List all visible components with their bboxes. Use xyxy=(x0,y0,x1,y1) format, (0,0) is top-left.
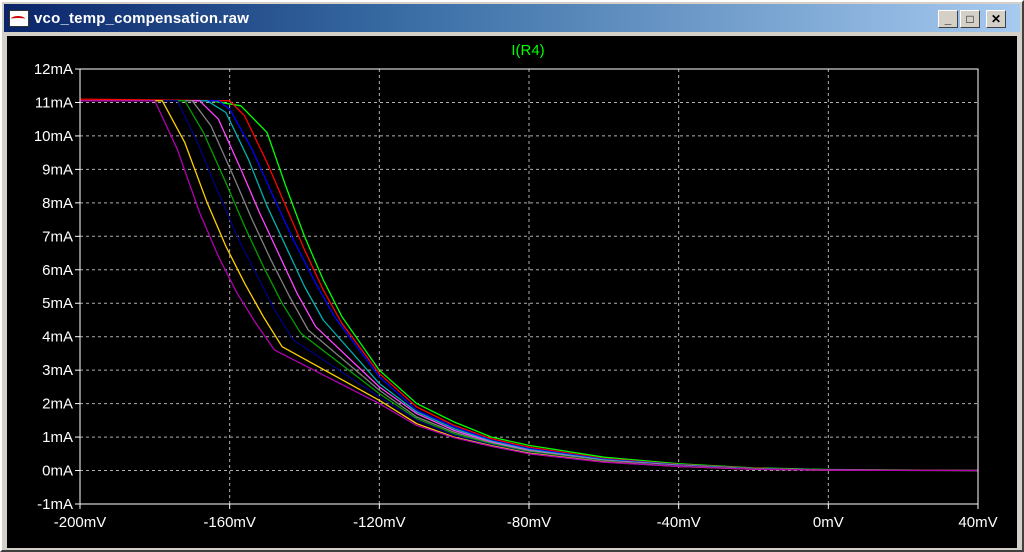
y-axis-ticks: -1mA 0mA 1mA 2mA 3mA 4mA 5mA 6mA 7mA 8mA 9mA 10mA 11… xyxy=(34,61,80,513)
icon-wave xyxy=(11,16,25,22)
x-tick-label: 0mV xyxy=(813,514,844,531)
y-tick-label: 0mA xyxy=(42,463,73,480)
y-tick-label: -1mA xyxy=(37,496,73,513)
trace-title[interactable]: I(R4) xyxy=(511,42,544,59)
y-tick-label: 7mA xyxy=(42,228,73,245)
x-axis-ticks: -200mV -160mV -120mV -80mV -40mV 0mV 40mV xyxy=(54,504,998,531)
y-tick-label: 11mA xyxy=(35,94,73,111)
x-tick-label: -120mV xyxy=(353,514,406,531)
minimize-button[interactable]: _ xyxy=(938,10,958,28)
y-tick-label: 8mA xyxy=(42,195,73,212)
title-bar[interactable]: vco_temp_compensation.raw _ □ ✕ xyxy=(4,4,1020,32)
x-tick-label: -200mV xyxy=(54,514,107,531)
waveform-plot-pane[interactable]: I(R4) -1mA 0mA 1mA 2mA 3mA 4mA 5mA 6mA 7mA 8mA 9mA… xyxy=(7,36,1017,548)
close-button[interactable]: ✕ xyxy=(986,10,1006,28)
y-tick-label: 6mA xyxy=(42,262,73,279)
window-title: vco_temp_compensation.raw xyxy=(34,9,250,27)
waveform-app-icon[interactable] xyxy=(8,8,30,28)
x-tick-label: 40mV xyxy=(958,514,997,531)
plot-svg[interactable]: I(R4) -1mA 0mA 1mA 2mA 3mA 4mA 5mA 6mA 7mA 8mA 9mA… xyxy=(7,36,1017,548)
y-tick-label: 10mA xyxy=(34,128,73,145)
y-tick-label: 3mA xyxy=(42,362,73,379)
y-tick-label: 12mA xyxy=(34,61,73,78)
y-tick-label: 9mA xyxy=(42,161,73,178)
y-tick-label: 4mA xyxy=(42,329,73,346)
app-window: vco_temp_compensation.raw _ □ ✕ I(R4) -1… xyxy=(0,0,1024,552)
x-tick-label: -80mV xyxy=(507,514,551,531)
y-tick-label: 5mA xyxy=(42,295,73,312)
maximize-button[interactable]: □ xyxy=(960,10,980,28)
y-tick-label: 1mA xyxy=(42,429,73,446)
x-tick-label: -160mV xyxy=(203,514,256,531)
x-tick-label: -40mV xyxy=(657,514,701,531)
y-tick-label: 2mA xyxy=(42,396,73,413)
